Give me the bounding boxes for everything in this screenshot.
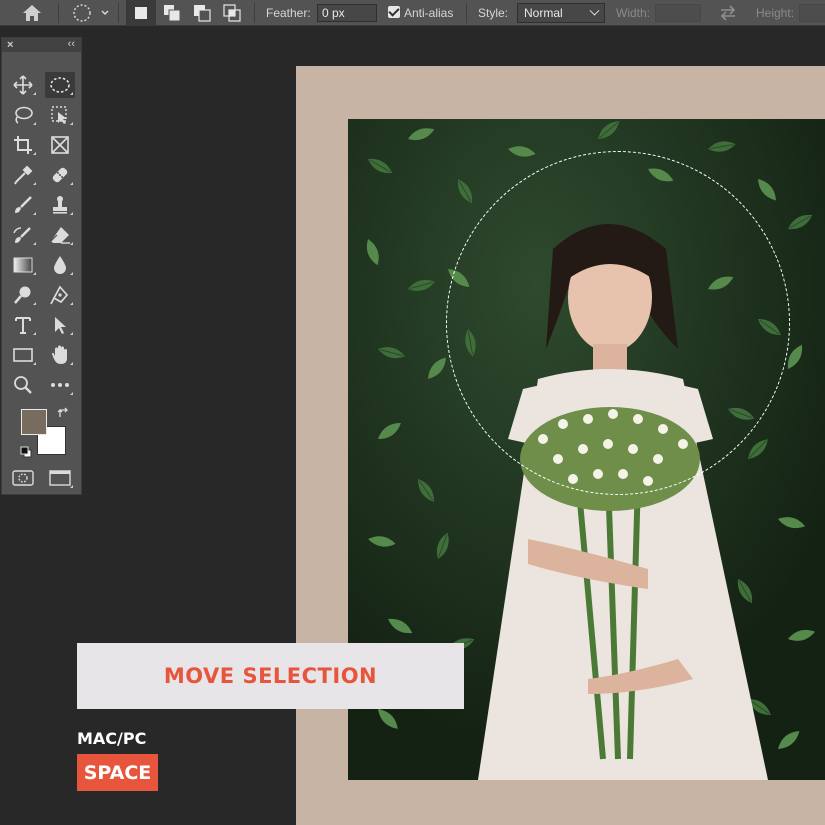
style-select-value: Normal <box>524 6 563 20</box>
gradient-tool-icon[interactable] <box>8 252 38 278</box>
tools-panel-header[interactable]: × ‹‹ <box>2 38 81 52</box>
type-tool-icon[interactable] <box>8 312 38 338</box>
brush-tool-icon[interactable] <box>8 192 38 218</box>
intersect-selection-icon[interactable] <box>217 0 247 26</box>
home-icon[interactable] <box>12 0 52 26</box>
width-input[interactable] <box>655 4 701 22</box>
tools-panel: × ‹‹ <box>1 37 82 495</box>
new-selection-icon[interactable] <box>126 0 156 26</box>
hand-tool-icon[interactable] <box>45 342 75 368</box>
platform-label: MAC/PC <box>77 729 147 748</box>
feather-label: Feather: <box>266 6 311 20</box>
anti-alias-label: Anti-alias <box>404 6 454 20</box>
zoom-tool-icon[interactable] <box>8 372 38 398</box>
action-caption: MOVE SELECTION <box>163 664 378 688</box>
screen-mode-icon[interactable] <box>45 465 75 491</box>
path-selection-tool-icon[interactable] <box>45 312 75 338</box>
history-brush-tool-icon[interactable] <box>8 222 38 248</box>
photoshop-window: Feather: 0 px Anti-alias Style: Normal W… <box>0 0 825 825</box>
pen-tool-icon[interactable] <box>45 282 75 308</box>
spot-healing-brush-tool-icon[interactable] <box>45 162 75 188</box>
add-to-selection-icon[interactable] <box>157 0 187 26</box>
subtract-from-selection-icon[interactable] <box>187 0 217 26</box>
default-colors-icon[interactable] <box>20 445 32 463</box>
feather-input[interactable]: 0 px <box>317 4 377 22</box>
panel-grip[interactable] <box>2 52 81 60</box>
width-label: Width: <box>616 6 651 20</box>
clone-stamp-tool-icon[interactable] <box>45 192 75 218</box>
eraser-tool-icon[interactable] <box>45 222 75 248</box>
crop-tool-icon[interactable] <box>8 132 38 158</box>
shortcut-key: SPACE <box>83 761 152 784</box>
height-input[interactable] <box>799 4 825 22</box>
rectangle-tool-icon[interactable] <box>8 342 38 368</box>
eyedropper-tool-icon[interactable] <box>8 162 38 188</box>
swap-width-height-icon[interactable] <box>712 0 744 26</box>
collapse-icon[interactable]: ‹‹ <box>68 38 75 50</box>
elliptical-marquee-preset-icon[interactable] <box>66 0 112 26</box>
anti-alias-checkbox[interactable] <box>388 6 400 18</box>
quick-mask-icon[interactable] <box>8 465 38 491</box>
move-tool-icon[interactable] <box>8 72 38 98</box>
elliptical-selection-marquee[interactable] <box>446 151 790 495</box>
lasso-tool-icon[interactable] <box>8 102 38 128</box>
object-selection-tool-icon[interactable] <box>45 102 75 128</box>
style-select[interactable]: Normal <box>517 3 605 23</box>
options-bar: Feather: 0 px Anti-alias Style: Normal W… <box>0 0 825 26</box>
style-label: Style: <box>478 6 509 20</box>
action-caption-box: MOVE SELECTION <box>77 643 464 709</box>
frame-tool-icon[interactable] <box>45 132 75 158</box>
shortcut-key-badge: SPACE <box>77 754 158 791</box>
foreground-color-swatch[interactable] <box>21 409 47 435</box>
elliptical-marquee-tool-icon[interactable] <box>45 72 75 98</box>
blur-tool-icon[interactable] <box>45 252 75 278</box>
swap-colors-icon[interactable] <box>57 406 71 425</box>
height-label: Height: <box>756 6 795 20</box>
chevron-down-icon <box>589 5 600 16</box>
edit-toolbar-icon[interactable] <box>45 372 75 398</box>
close-icon[interactable]: × <box>7 39 13 51</box>
dodge-tool-icon[interactable] <box>8 282 38 308</box>
